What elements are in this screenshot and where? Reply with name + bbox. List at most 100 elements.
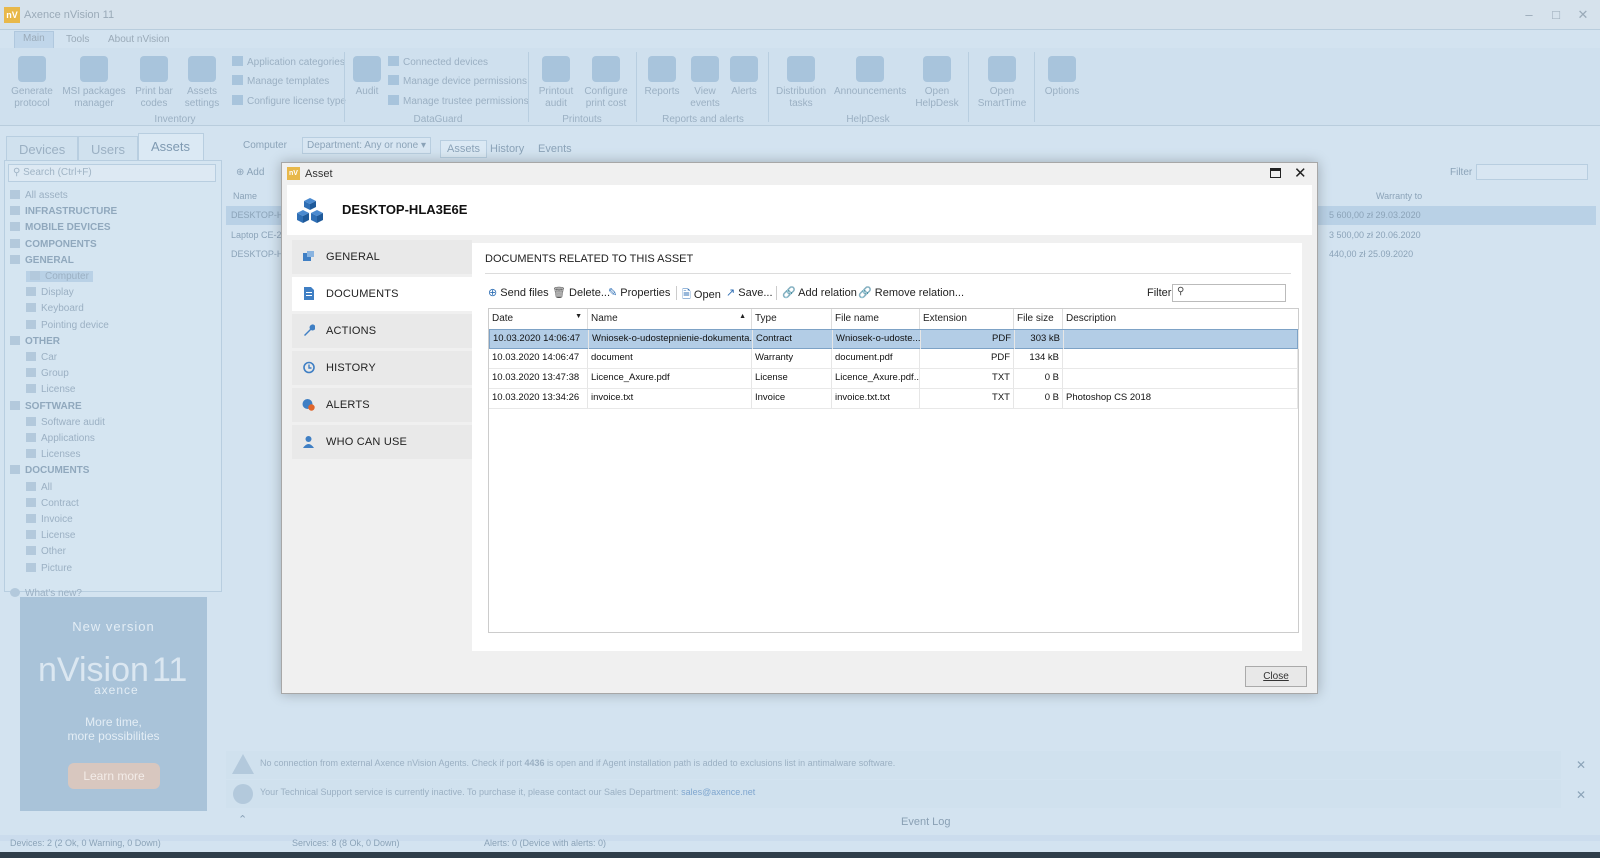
connected-devices-button[interactable]: Connected devices xyxy=(388,56,488,68)
tree-item[interactable]: Licenses xyxy=(26,449,80,460)
column-file-size[interactable]: File size xyxy=(1014,309,1063,329)
manage-device-permissions-button[interactable]: Manage device permissions xyxy=(388,75,527,87)
tree-item[interactable]: MOBILE DEVICES xyxy=(10,222,111,233)
menu-tab-tools[interactable]: Tools xyxy=(66,34,89,45)
maximize-icon[interactable]: □ xyxy=(1545,6,1567,24)
announcements-button[interactable]: Announcements xyxy=(834,56,906,98)
tree-item[interactable]: OTHER xyxy=(10,335,60,347)
add-asset-button[interactable]: ⊕ Add xyxy=(236,167,264,178)
open-button[interactable]: 🗎 Open xyxy=(682,286,721,305)
application-categories-button[interactable]: Application categories xyxy=(232,56,345,68)
tree-item[interactable]: Picture xyxy=(26,562,72,574)
configure-license-type-button[interactable]: Configure license type xyxy=(232,95,346,107)
assets-settings-button[interactable]: Assets settings xyxy=(180,56,224,110)
category-icon xyxy=(26,449,36,459)
asset-row-name[interactable]: DESKTOP-H xyxy=(231,210,283,220)
tree-item[interactable]: All xyxy=(26,481,52,493)
tree-item[interactable]: Other xyxy=(26,546,66,557)
tree-item[interactable]: GENERAL xyxy=(10,254,74,266)
department-dropdown[interactable]: Department: Any or none ▾ xyxy=(302,137,431,154)
tree-item[interactable]: Contract xyxy=(26,497,79,509)
table-row[interactable]: 10.03.2020 13:34:26 invoice.txt Invoice inv… xyxy=(489,389,1298,409)
tree-item[interactable]: License xyxy=(26,384,75,395)
folder-icon xyxy=(10,400,20,410)
alerts-button[interactable]: Alerts xyxy=(726,56,762,98)
filter-input[interactable]: ⚲ xyxy=(1172,284,1286,302)
dismiss-notice-icon[interactable]: ✕ xyxy=(1576,758,1586,772)
nav-general[interactable]: GENERAL xyxy=(292,240,472,274)
table-row[interactable]: 10.03.2020 14:06:47 Wniosek-o-udostepnien… xyxy=(489,329,1299,349)
options-button[interactable]: Options xyxy=(1040,56,1084,98)
tree-item[interactable]: Computer xyxy=(26,271,93,282)
remove-relation-button[interactable]: 🔗 Remove relation... xyxy=(858,286,964,299)
column-type[interactable]: Type xyxy=(752,309,832,329)
main-tab-assets[interactable]: Assets xyxy=(440,140,488,158)
menu-tab-main[interactable]: Main xyxy=(14,31,54,48)
learn-more-button[interactable]: Learn more xyxy=(68,763,160,789)
main-filter-input[interactable] xyxy=(1476,164,1588,180)
send-files-button[interactable]: ⊕ Send files xyxy=(488,286,549,299)
tab-assets[interactable]: Assets xyxy=(138,133,204,161)
configure-print-cost-button[interactable]: Configure print cost xyxy=(582,56,630,110)
tree-item[interactable]: Car xyxy=(26,352,57,363)
tree-item[interactable]: INFRASTRUCTURE xyxy=(10,206,117,217)
column-name[interactable]: Name ▲ xyxy=(588,309,752,329)
dialog-maximize-icon[interactable] xyxy=(1270,168,1281,178)
main-tab-history[interactable]: History xyxy=(490,143,524,155)
tree-item[interactable]: Applications xyxy=(26,433,95,444)
generate-protocol-button[interactable]: Generate protocol xyxy=(8,56,56,110)
column-file-name[interactable]: File name xyxy=(832,309,920,329)
dialog-close-icon[interactable]: ✕ xyxy=(1294,164,1307,182)
open-helpdesk-button[interactable]: Open HelpDesk xyxy=(912,56,962,110)
tree-item[interactable]: Display xyxy=(26,287,74,298)
distribution-tasks-button[interactable]: Distribution tasks xyxy=(774,56,828,110)
tree-item[interactable]: DOCUMENTS xyxy=(10,465,89,476)
nav-actions[interactable]: ACTIONS xyxy=(292,314,472,348)
open-smarttime-button[interactable]: Open SmartTime xyxy=(974,56,1030,110)
asset-row-name[interactable]: Laptop CE-2 xyxy=(231,230,282,240)
minimize-icon[interactable]: – xyxy=(1518,6,1540,24)
tree-item[interactable]: All assets xyxy=(10,190,68,201)
delete-button[interactable]: 🗑 Delete... xyxy=(552,286,610,299)
column-date[interactable]: Date ▼ xyxy=(489,309,588,329)
nav-history[interactable]: HISTORY xyxy=(292,351,472,385)
msi-packages-button[interactable]: MSI packages manager xyxy=(62,56,126,110)
asset-row-name[interactable]: DESKTOP-H xyxy=(231,249,283,259)
nav-who-can-use[interactable]: WHO CAN USE xyxy=(292,425,472,459)
close-button[interactable]: Close xyxy=(1245,666,1307,687)
tree-item[interactable]: COMPONENTS xyxy=(10,238,97,250)
column-description[interactable]: Description xyxy=(1063,309,1298,329)
column-extension[interactable]: Extension xyxy=(920,309,1014,329)
tree-item[interactable]: License xyxy=(26,530,75,541)
expand-event-log-icon[interactable]: ⌃ xyxy=(238,813,247,826)
tab-users[interactable]: Users xyxy=(78,136,138,161)
main-tab-events[interactable]: Events xyxy=(538,143,572,155)
properties-button[interactable]: ✎ Properties xyxy=(608,286,670,299)
menu-tab-about[interactable]: About nVision xyxy=(108,34,170,45)
nav-alerts[interactable]: ALERTS xyxy=(292,388,472,422)
reports-button[interactable]: Reports xyxy=(642,56,682,98)
nav-documents[interactable]: DOCUMENTS xyxy=(292,277,472,311)
add-relation-button[interactable]: 🔗 Add relation xyxy=(782,286,857,299)
tree-item[interactable]: Software audit xyxy=(26,416,105,428)
table-row[interactable]: 10.03.2020 13:47:38 Licence_Axure.pdf Lice… xyxy=(489,369,1298,389)
tree-item[interactable]: Pointing device xyxy=(26,319,109,331)
event-log-label[interactable]: Event Log xyxy=(901,816,951,828)
print-bar-codes-button[interactable]: Print bar codes xyxy=(132,56,176,110)
tree-item[interactable]: Invoice xyxy=(26,514,73,525)
tree-item[interactable]: Keyboard xyxy=(26,303,84,314)
audit-button[interactable]: Audit xyxy=(350,56,384,98)
manage-trustee-permissions-button[interactable]: Manage trustee permissions xyxy=(388,95,529,107)
table-row[interactable]: 10.03.2020 14:06:47 document Warranty docum… xyxy=(489,349,1298,369)
close-window-icon[interactable]: ✕ xyxy=(1572,6,1594,24)
manage-templates-button[interactable]: Manage templates xyxy=(232,75,329,87)
dismiss-notice-icon[interactable]: ✕ xyxy=(1576,788,1586,802)
tree-item[interactable]: Group xyxy=(26,368,69,379)
save-button[interactable]: ↗ Save... xyxy=(726,286,773,299)
tree-search-input[interactable]: ⚲ Search (Ctrl+F) xyxy=(8,164,216,182)
tab-devices[interactable]: Devices xyxy=(6,136,79,161)
view-events-button[interactable]: View events xyxy=(686,56,724,110)
tree-item[interactable]: SOFTWARE xyxy=(10,400,82,412)
group-inventory: Inventory xyxy=(154,114,196,125)
printout-audit-button[interactable]: Printout audit xyxy=(534,56,578,110)
